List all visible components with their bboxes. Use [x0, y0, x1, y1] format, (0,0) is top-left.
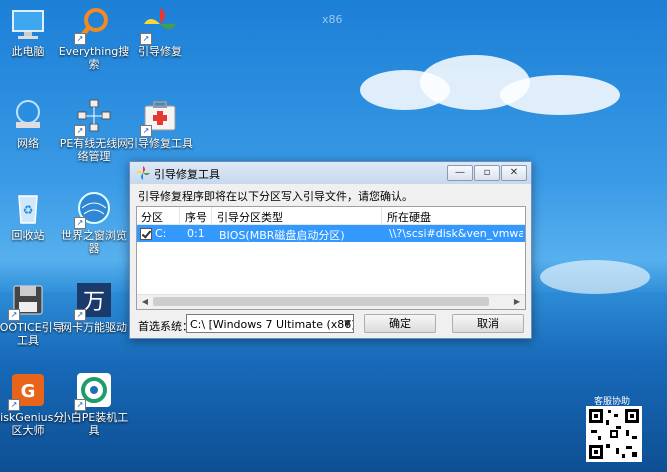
diskgenius-icon: G ↗: [8, 372, 46, 411]
ok-button[interactable]: 确定: [364, 314, 436, 333]
dialog-prompt: 引导修复程序即将在以下分区写入引导文件，请您确认。: [138, 190, 413, 203]
repair-kit-icon: ↗: [140, 98, 178, 137]
minimize-button[interactable]: —: [447, 165, 473, 181]
shortcut-arrow-icon: ↗: [8, 399, 20, 411]
desktop-icon-boot-repair[interactable]: ↗ 引导修复: [122, 6, 198, 58]
chevron-down-icon[interactable]: ▼: [344, 315, 351, 332]
floppy-icon: ↗: [8, 282, 46, 321]
qr-code-icon: [586, 406, 642, 462]
scroll-right-icon[interactable]: ▶: [510, 296, 524, 308]
search-icon: ↗: [74, 6, 112, 45]
svg-text:G: G: [21, 381, 36, 402]
column-header-partition[interactable]: 分区: [141, 209, 163, 225]
cloud: [500, 75, 620, 115]
column-header-disk[interactable]: 所在硬盘: [387, 209, 431, 225]
cell-index: 0:1: [187, 227, 205, 240]
desktop-icon-boot-repair-tool[interactable]: ↗ 引导修复工具: [122, 98, 198, 150]
installer-icon: ↗: [74, 372, 112, 411]
cell-boot-type: BIOS(MBR磁盘启动分区): [219, 229, 345, 242]
partition-list[interactable]: 分区 序号 引导分区类型 所在硬盘 C: 0:1 BIOS(MBR磁盘启动分区)…: [136, 206, 526, 310]
shortcut-arrow-icon: ↗: [74, 309, 86, 321]
network-manager-icon: ↗: [74, 98, 112, 137]
svg-text:万: 万: [83, 290, 105, 315]
desktop: x86 此电脑 网络 ♻ 回收站 ↗ BOOTICE引导工具 G ↗ DiskG…: [0, 0, 667, 472]
shortcut-arrow-icon: ↗: [8, 309, 20, 321]
globe-browser-icon: ↗: [74, 190, 112, 229]
boot-repair-dialog: 引导修复工具 — ▫ ✕ 引导修复程序即将在以下分区写入引导文件，请您确认。 分…: [129, 161, 532, 339]
table-row[interactable]: C: 0:1 BIOS(MBR磁盘启动分区) \\?\scsi#disk&ven…: [137, 225, 525, 242]
computer-icon: [10, 6, 46, 42]
dialog-title: 引导修复工具: [154, 168, 220, 181]
desktop-icon-xiaobai[interactable]: ↗ 小白PE装机工具: [56, 372, 132, 437]
first-system-value: C:\ [Windows 7 Ultimate (x86)]: [190, 318, 354, 331]
cloud: [540, 260, 650, 294]
cancel-button[interactable]: 取消: [452, 314, 524, 333]
shortcut-arrow-icon: ↗: [74, 125, 86, 137]
shortcut-arrow-icon: ↗: [74, 399, 86, 411]
column-header-index[interactable]: 序号: [185, 209, 207, 225]
shortcut-arrow-icon: ↗: [74, 33, 86, 45]
close-button[interactable]: ✕: [501, 165, 527, 181]
shortcut-arrow-icon: ↗: [74, 217, 86, 229]
shortcut-arrow-icon: ↗: [140, 125, 152, 137]
network-icon: [10, 98, 46, 134]
horizontal-scrollbar[interactable]: ◀ ▶: [137, 294, 525, 309]
column-divider[interactable]: [211, 207, 212, 224]
svg-text:♻: ♻: [23, 203, 34, 217]
watermark: x86: [322, 13, 343, 26]
column-divider[interactable]: [179, 207, 180, 224]
desktop-icon-browser[interactable]: ↗ 世界之窗浏览器: [56, 190, 132, 255]
desktop-icon-everything[interactable]: ↗ Everything搜索: [56, 6, 132, 71]
scroll-left-icon[interactable]: ◀: [138, 296, 152, 308]
desktop-icon-pe-network[interactable]: ↗ PE有线无线网络管理: [56, 98, 132, 163]
pinwheel-icon: ↗: [140, 6, 178, 45]
shortcut-arrow-icon: ↗: [140, 33, 152, 45]
dialog-titlebar[interactable]: 引导修复工具 — ▫ ✕: [130, 162, 531, 184]
cell-disk: \\?\scsi#disk&ven_vmware_&: [389, 227, 523, 240]
scrollbar-thumb[interactable]: [153, 297, 489, 306]
cell-partition: C:: [155, 227, 167, 240]
column-divider[interactable]: [381, 207, 382, 224]
wan-driver-icon: 万 ↗: [74, 282, 112, 321]
first-system-label: 首选系统：: [138, 320, 193, 333]
desktop-icon-nic-driver[interactable]: 万 ↗ 网卡万能驱动: [56, 282, 132, 334]
restore-button[interactable]: ▫: [474, 165, 500, 181]
column-header-boot-type[interactable]: 引导分区类型: [217, 209, 283, 225]
pinwheel-icon: [136, 166, 150, 180]
recycle-bin-icon: ♻: [10, 190, 46, 226]
row-checkbox[interactable]: [140, 228, 152, 240]
first-system-select[interactable]: C:\ [Windows 7 Ultimate (x86)] ▼: [186, 314, 354, 333]
list-header: 分区 序号 引导分区类型 所在硬盘: [137, 207, 525, 225]
